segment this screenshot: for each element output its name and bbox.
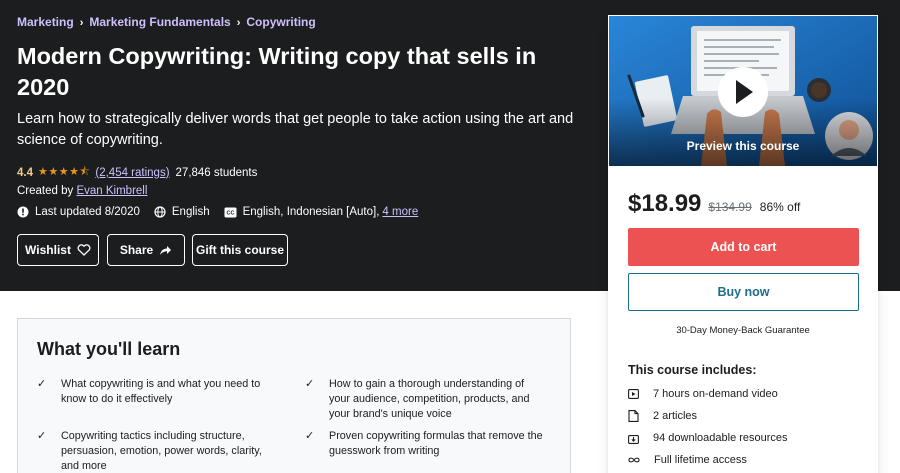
- current-price: $18.99: [628, 190, 702, 217]
- buy-now-button[interactable]: Buy now: [628, 273, 859, 311]
- video-icon: [628, 389, 639, 399]
- file-icon: [628, 410, 639, 422]
- include-item: 7 hours on-demand video: [628, 388, 778, 400]
- course-title: Modern Copywriting: Writing copy that se…: [17, 43, 537, 100]
- star-rating-icon: ★★★★⯪: [38, 166, 91, 178]
- chevron-right-icon: ›: [79, 17, 84, 29]
- breadcrumb-copywriting[interactable]: Copywriting: [246, 15, 315, 29]
- money-back-guarantee: 30-Day Money-Back Guarantee: [676, 325, 810, 336]
- learn-item: ✓ Proven copywriting formulas that remov…: [305, 429, 545, 459]
- infinity-icon: [628, 457, 640, 463]
- created-by: Created by Evan Kimbrell: [17, 185, 147, 197]
- price-row: $18.99 $134.99 86% off: [628, 190, 800, 218]
- check-icon: ✓: [37, 378, 47, 390]
- instructor-link[interactable]: Evan Kimbrell: [76, 185, 147, 197]
- rating-row: 4.4 ★★★★⯪ (2,454 ratings) 27,846 student…: [17, 163, 257, 182]
- include-item: 94 downloadable resources: [628, 432, 788, 444]
- breadcrumb-marketing[interactable]: Marketing: [17, 15, 74, 29]
- created-by-label: Created by: [17, 185, 74, 197]
- include-text: 94 downloadable resources: [653, 432, 788, 444]
- breadcrumb-marketing-fundamentals[interactable]: Marketing Fundamentals: [89, 15, 230, 29]
- learn-item-text: Proven copywriting formulas that remove …: [329, 430, 543, 457]
- include-text: 2 articles: [653, 410, 698, 422]
- learn-item-text: How to gain a thorough understanding of …: [329, 378, 530, 420]
- last-updated-text: Last updated 8/2020: [35, 206, 140, 218]
- course-meta: Last updated 8/2020 English CC English, …: [17, 206, 432, 218]
- more-captions-link[interactable]: 4 more: [382, 206, 418, 218]
- check-icon: ✓: [305, 378, 315, 390]
- learn-item: ✓ How to gain a thorough understanding o…: [305, 377, 545, 422]
- learn-item: ✓ Copywriting tactics including structur…: [37, 429, 262, 473]
- include-text: Full lifetime access: [654, 454, 747, 466]
- students-count: 27,846 students: [175, 166, 258, 179]
- last-updated: Last updated 8/2020: [17, 206, 140, 218]
- heart-icon: [77, 244, 91, 256]
- captions-text: English, Indonesian [Auto],: [242, 206, 380, 218]
- alert-badge-icon: [17, 206, 29, 218]
- include-item: 2 articles: [628, 410, 697, 422]
- captions: CC English, Indonesian [Auto], 4 more: [224, 206, 418, 218]
- share-arrow-icon: [160, 245, 172, 255]
- svg-text:CC: CC: [226, 210, 234, 216]
- include-item: Full lifetime access: [628, 454, 747, 466]
- closed-captions-icon: CC: [224, 207, 237, 217]
- what-youll-learn: What you'll learn ✓ What copywriting is …: [17, 318, 571, 473]
- share-label: Share: [119, 243, 154, 257]
- original-price: $134.99: [708, 200, 752, 214]
- globe-icon: [154, 206, 166, 218]
- rating-value: 4.4: [17, 166, 33, 179]
- language: English: [154, 206, 210, 218]
- learn-title: What you'll learn: [37, 339, 181, 359]
- add-to-cart-button[interactable]: Add to cart: [628, 228, 859, 266]
- download-icon: [628, 434, 639, 444]
- check-icon: ✓: [305, 430, 315, 442]
- wishlist-button[interactable]: Wishlist: [17, 234, 99, 266]
- preview-label: Preview this course: [686, 139, 800, 153]
- learn-item-text: What copywriting is and what you need to…: [61, 378, 261, 405]
- language-text: English: [171, 206, 210, 218]
- breadcrumb: Marketing › Marketing Fundamentals › Copywri…: [17, 15, 316, 29]
- share-button[interactable]: Share: [107, 234, 185, 266]
- gift-course-button[interactable]: Gift this course: [192, 234, 288, 266]
- discount-percent: 86% off: [759, 200, 801, 214]
- course-subtitle: Learn how to strategically deliver words…: [17, 111, 574, 148]
- gift-label: Gift this course: [195, 243, 284, 257]
- course-preview[interactable]: Preview this course: [609, 16, 877, 166]
- ratings-count-link[interactable]: (2,454 ratings): [95, 167, 169, 179]
- include-text: 7 hours on-demand video: [653, 388, 778, 400]
- wishlist-label: Wishlist: [25, 243, 71, 257]
- learn-item: ✓ What copywriting is and what you need …: [37, 377, 262, 407]
- purchase-card: Preview this course $18.99 $134.99 86% o…: [608, 15, 878, 473]
- check-icon: ✓: [37, 430, 47, 442]
- includes-title: This course includes:: [628, 363, 757, 377]
- learn-item-text: Copywriting tactics including structure,…: [61, 430, 262, 472]
- chevron-right-icon: ›: [236, 17, 241, 29]
